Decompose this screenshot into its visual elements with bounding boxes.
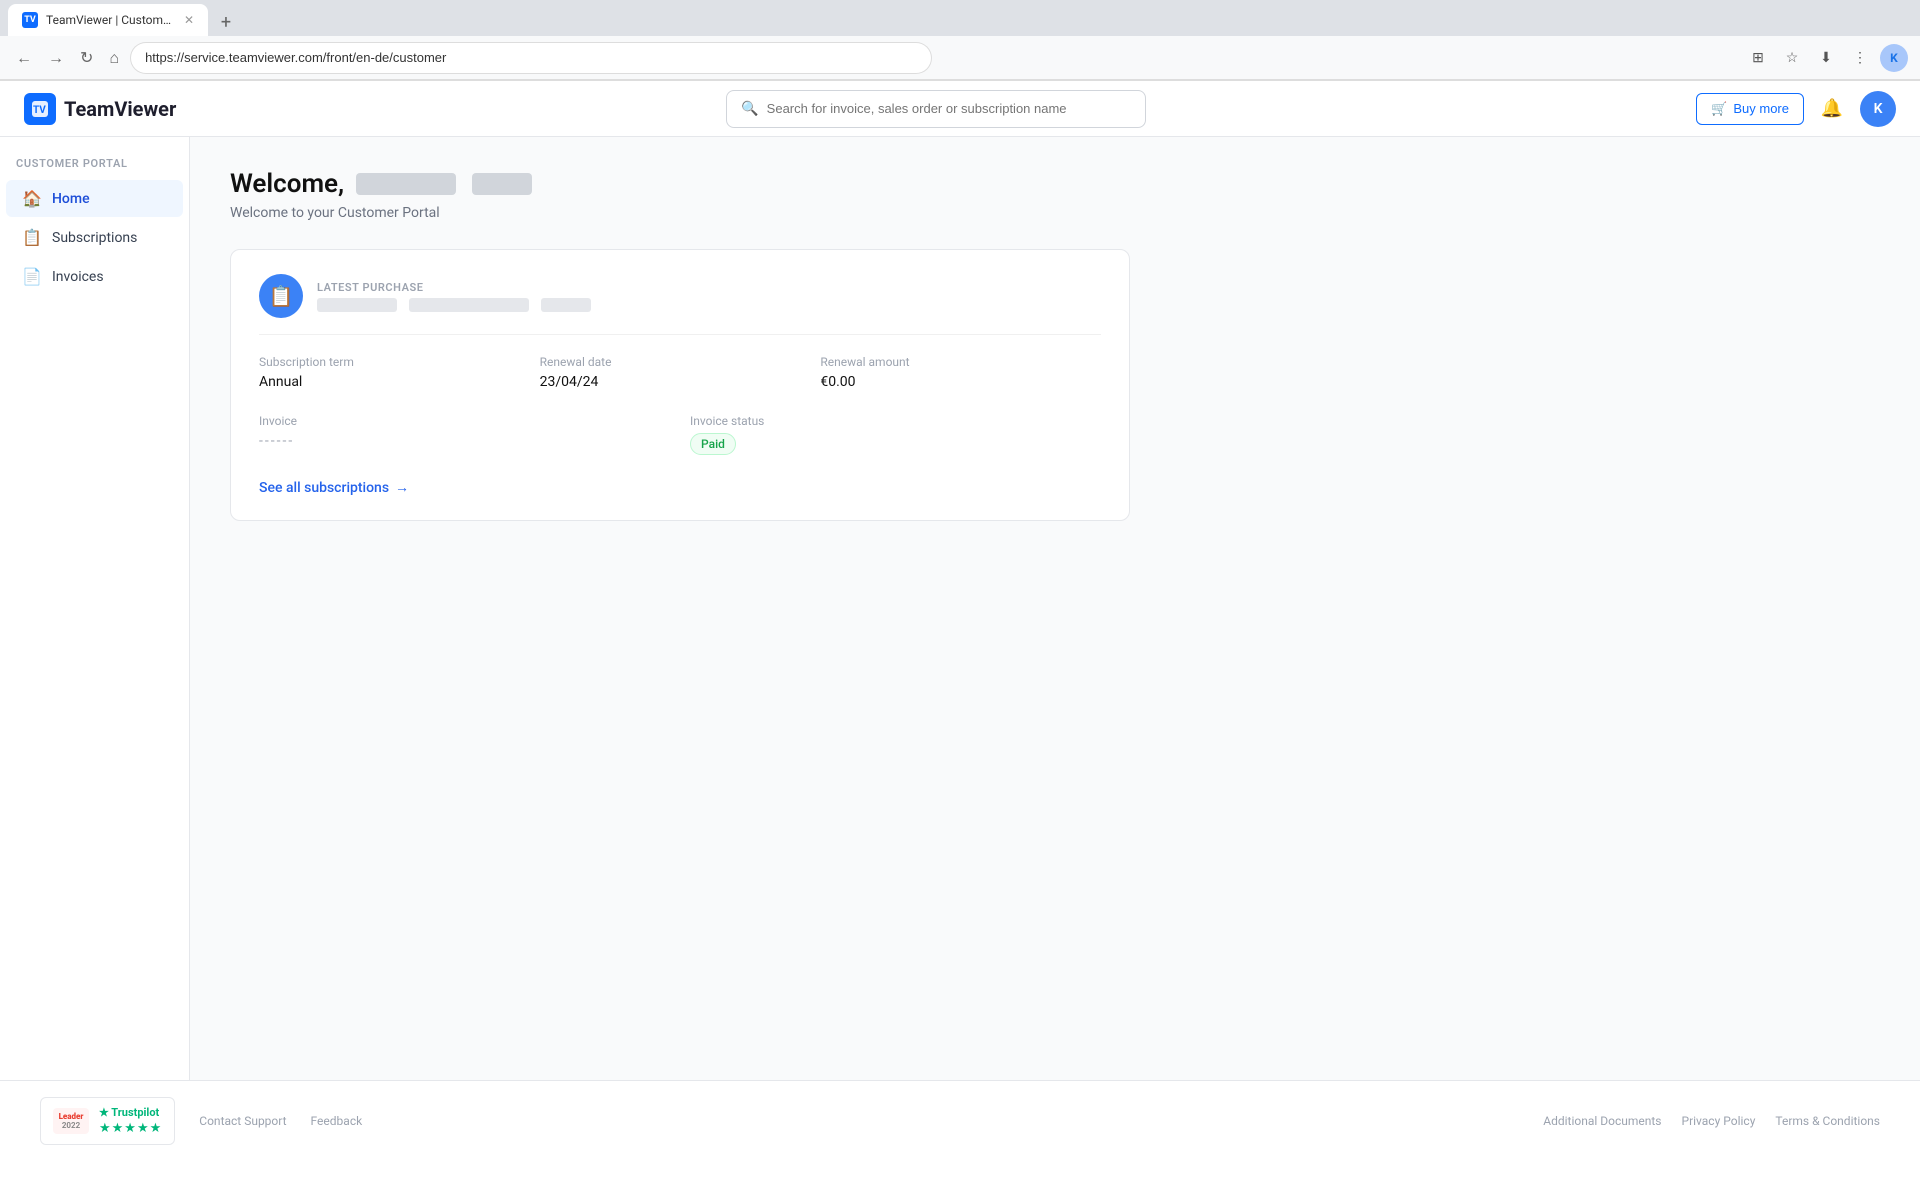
sidebar-item-home-label: Home bbox=[52, 191, 90, 207]
subscription-icon: 📋 bbox=[259, 274, 303, 318]
logo-text: TeamViewer bbox=[64, 97, 176, 121]
renewal-amount-value: €0.00 bbox=[820, 374, 1101, 390]
g2-leader-text: Leader bbox=[59, 1112, 84, 1121]
avatar[interactable]: K bbox=[1860, 91, 1896, 127]
footer-right: Additional Documents Privacy Policy Term… bbox=[1543, 1114, 1880, 1128]
privacy-policy-link[interactable]: Privacy Policy bbox=[1682, 1114, 1756, 1128]
trustpilot-widget: Leader 2022 ★ Trustpilot ★★★★★ bbox=[40, 1097, 175, 1145]
home-nav-icon: 🏠 bbox=[22, 189, 42, 208]
svg-text:TV: TV bbox=[33, 105, 46, 116]
address-input[interactable] bbox=[131, 43, 931, 73]
renewal-amount-label: Renewal amount bbox=[820, 355, 1101, 369]
sidebar-section-label: CUSTOMER PORTAL bbox=[0, 157, 189, 178]
app-body: CUSTOMER PORTAL 🏠 Home 📋 Subscriptions 📄… bbox=[0, 137, 1920, 1080]
subscription-term-value: Annual bbox=[259, 374, 540, 390]
see-all-label: See all subscriptions bbox=[259, 480, 389, 496]
latest-purchase-label: LATEST PURCHASE bbox=[317, 281, 597, 294]
cart-icon: 🛒 bbox=[1711, 101, 1727, 117]
extensions-icon[interactable]: ⊞ bbox=[1744, 44, 1772, 72]
additional-documents-link[interactable]: Additional Documents bbox=[1543, 1114, 1661, 1128]
download-icon[interactable]: ⬇ bbox=[1812, 44, 1840, 72]
welcome-text: Welcome, bbox=[230, 169, 344, 199]
card-header: 📋 LATEST PURCHASE bbox=[259, 274, 1101, 335]
g2-year-text: 2022 bbox=[62, 1121, 80, 1130]
tab-bar: TV TeamViewer | Customer Portal ✕ + bbox=[0, 0, 1920, 36]
product-name-row bbox=[317, 298, 597, 312]
tab-close-icon[interactable]: ✕ bbox=[184, 13, 194, 27]
sidebar-item-subscriptions[interactable]: 📋 Subscriptions bbox=[6, 219, 183, 256]
invoices-nav-icon: 📄 bbox=[22, 267, 42, 286]
new-tab-button[interactable]: + bbox=[212, 8, 240, 36]
subscription-card: 📋 LATEST PURCHASE Subscription term Annu bbox=[230, 249, 1130, 521]
feedback-link[interactable]: Feedback bbox=[311, 1114, 363, 1128]
trustpilot-logo: ★ Trustpilot bbox=[99, 1106, 162, 1119]
browser-tab[interactable]: TV TeamViewer | Customer Portal ✕ bbox=[8, 4, 208, 36]
browser-profile[interactable]: K bbox=[1880, 44, 1908, 72]
welcome-sub: Welcome to your Customer Portal bbox=[230, 205, 1880, 221]
sidebar: CUSTOMER PORTAL 🏠 Home 📋 Subscriptions 📄… bbox=[0, 137, 190, 1080]
logo: TV TeamViewer bbox=[24, 93, 176, 125]
invoice-status-label: Invoice status bbox=[690, 414, 1101, 428]
card-details-grid: Subscription term Annual Renewal date 23… bbox=[259, 355, 1101, 390]
g2-badge: Leader 2022 bbox=[53, 1108, 89, 1134]
see-all-subscriptions-link[interactable]: See all subscriptions → bbox=[259, 479, 409, 496]
arrow-icon: → bbox=[395, 479, 409, 496]
sidebar-item-invoices[interactable]: 📄 Invoices bbox=[6, 258, 183, 295]
see-all-link-container: See all subscriptions → bbox=[259, 479, 1101, 496]
main-content: Welcome, Welcome to your Customer Portal… bbox=[190, 137, 1920, 1080]
subscription-term-label: Subscription term bbox=[259, 355, 540, 369]
buy-more-label: Buy more bbox=[1733, 101, 1789, 116]
settings-icon[interactable]: ⋮ bbox=[1846, 44, 1874, 72]
card-header-info: LATEST PURCHASE bbox=[317, 281, 597, 312]
teamviewer-logo-svg: TV bbox=[30, 99, 50, 119]
header-search: 🔍 bbox=[726, 90, 1146, 128]
renewal-date-value: 23/04/24 bbox=[540, 374, 821, 390]
invoice-value: ------ bbox=[259, 433, 670, 449]
user-name-blur-1 bbox=[356, 173, 456, 195]
browser-actions: ⊞ ☆ ⬇ ⋮ K bbox=[1744, 44, 1908, 72]
app: TV TeamViewer 🔍 🛒 Buy more 🔔 K CUSTOMER … bbox=[0, 81, 1920, 1161]
renewal-amount-group: Renewal amount €0.00 bbox=[820, 355, 1101, 390]
welcome-heading: Welcome, bbox=[230, 169, 1880, 199]
bookmark-icon[interactable]: ☆ bbox=[1778, 44, 1806, 72]
sidebar-item-invoices-label: Invoices bbox=[52, 269, 104, 285]
buy-more-button[interactable]: 🛒 Buy more bbox=[1696, 93, 1804, 125]
invoice-status-group: Invoice status Paid bbox=[690, 414, 1101, 455]
renewal-date-label: Renewal date bbox=[540, 355, 821, 369]
tab-favicon: TV bbox=[22, 12, 38, 28]
invoice-group: Invoice ------ bbox=[259, 414, 670, 455]
terms-conditions-link[interactable]: Terms & Conditions bbox=[1775, 1114, 1880, 1128]
product-name-blur-2 bbox=[409, 298, 529, 312]
notifications-bell-icon[interactable]: 🔔 bbox=[1816, 93, 1848, 125]
contact-support-link[interactable]: Contact Support bbox=[199, 1114, 286, 1128]
trustpilot-section: ★ Trustpilot ★★★★★ bbox=[99, 1106, 162, 1136]
product-name-blur-1 bbox=[317, 298, 397, 312]
home-icon[interactable]: ⌂ bbox=[105, 44, 123, 72]
trustpilot-stars: ★★★★★ bbox=[99, 1121, 162, 1136]
app-header: TV TeamViewer 🔍 🛒 Buy more 🔔 K bbox=[0, 81, 1920, 137]
back-icon[interactable]: ← bbox=[12, 44, 36, 72]
sidebar-item-home[interactable]: 🏠 Home bbox=[6, 180, 183, 217]
second-row-details: Invoice ------ Invoice status Paid bbox=[259, 414, 1101, 455]
user-name-blur-2 bbox=[472, 173, 532, 195]
search-input[interactable] bbox=[767, 101, 1132, 116]
browser-chrome: TV TeamViewer | Customer Portal ✕ + ← → … bbox=[0, 0, 1920, 81]
tab-title: TeamViewer | Customer Portal bbox=[46, 13, 176, 27]
invoice-status-badge: Paid bbox=[690, 433, 736, 455]
product-name-blur-3 bbox=[541, 298, 591, 312]
header-right: 🛒 Buy more 🔔 K bbox=[1696, 91, 1896, 127]
forward-icon[interactable]: → bbox=[44, 44, 68, 72]
invoice-label: Invoice bbox=[259, 414, 670, 428]
renewal-date-group: Renewal date 23/04/24 bbox=[540, 355, 821, 390]
search-box: 🔍 bbox=[726, 90, 1146, 128]
logo-icon: TV bbox=[24, 93, 56, 125]
address-bar-row: ← → ↻ ⌂ ⊞ ☆ ⬇ ⋮ K bbox=[0, 36, 1920, 80]
search-icon: 🔍 bbox=[741, 101, 758, 117]
subscriptions-nav-icon: 📋 bbox=[22, 228, 42, 247]
footer-left: Leader 2022 ★ Trustpilot ★★★★★ Contact S… bbox=[40, 1097, 362, 1145]
subscription-term-group: Subscription term Annual bbox=[259, 355, 540, 390]
sidebar-item-subscriptions-label: Subscriptions bbox=[52, 230, 137, 246]
refresh-icon[interactable]: ↻ bbox=[76, 44, 97, 71]
app-footer: Leader 2022 ★ Trustpilot ★★★★★ Contact S… bbox=[0, 1080, 1920, 1161]
